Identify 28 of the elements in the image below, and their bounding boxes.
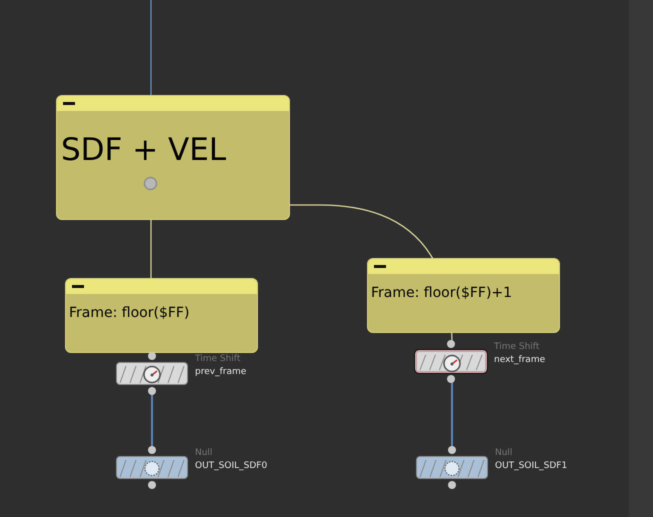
node-name: prev_frame	[195, 367, 246, 378]
node-type-label: Null	[195, 448, 212, 459]
node[interactable]	[116, 456, 188, 479]
stripes-drawing	[420, 460, 484, 478]
node-type-label: Time Shift	[494, 342, 540, 353]
circle-icon	[144, 460, 160, 476]
node-type-label: Time Shift	[195, 354, 240, 365]
connection-dot	[144, 176, 158, 190]
node[interactable]	[415, 350, 487, 373]
sticky-note[interactable]: SDF + VEL	[56, 95, 290, 220]
note-text: SDF + VEL	[61, 131, 226, 170]
note-text: Frame: floor($FF)+1	[371, 284, 512, 303]
wire	[451, 380, 453, 448]
stripes-drawing	[120, 366, 184, 384]
note-text: Frame: floor($FF)	[69, 304, 190, 323]
circle-icon	[444, 460, 460, 476]
node[interactable]	[416, 456, 488, 479]
stripes-drawing	[120, 460, 184, 478]
node-name: OUT_SOIL_SDF0	[195, 461, 268, 472]
node-name: OUT_SOIL_SDF1	[495, 461, 568, 472]
sticky-note[interactable]: Frame: floor($FF)+1	[367, 258, 560, 333]
node-type-label: Null	[495, 448, 512, 459]
stripes-drawing	[419, 354, 483, 371]
sticky-note[interactable]: Frame: floor($FF)	[65, 278, 258, 353]
gauge-icon	[143, 366, 161, 384]
node[interactable]	[116, 362, 188, 385]
node-name: next_frame	[494, 355, 546, 366]
gauge-icon	[443, 354, 461, 372]
